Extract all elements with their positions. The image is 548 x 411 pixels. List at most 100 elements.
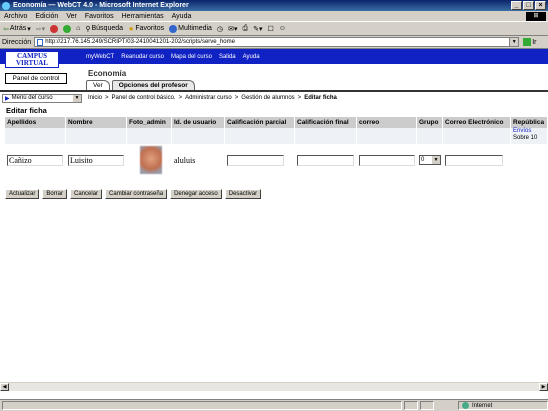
search-icon: ⚲ <box>85 25 91 33</box>
menu-ayuda[interactable]: Ayuda <box>172 13 192 20</box>
back-button[interactable]: ⇦ Atrás ▾ <box>3 25 31 33</box>
refresh-icon[interactable] <box>63 24 72 33</box>
grupo-value: 0 <box>421 157 425 163</box>
go-arrow-icon <box>523 38 532 46</box>
calificacion-parcial-input[interactable] <box>227 154 284 166</box>
table-row: Cañizo Luisito aluluis 0 ▼ <box>5 144 548 176</box>
calificacion-final-cell <box>295 144 357 176</box>
calificacion-final-input[interactable] <box>297 154 354 166</box>
search-label: Búsqueda <box>91 25 124 32</box>
edit-icon[interactable]: ✎▾ <box>253 25 262 33</box>
breadcrumb-inicio[interactable]: Inicio <box>88 95 102 101</box>
discuss-icon[interactable]: ☐ <box>267 25 273 33</box>
nombre-cell: Luisito <box>66 144 127 176</box>
breadcrumb-separator: > <box>105 95 109 101</box>
envios-link[interactable]: Envíos Sobre 10 <box>511 128 548 144</box>
campus-virtual-logo[interactable]: CAMPUS VIRTUAL <box>5 51 59 68</box>
arrow-right-icon: ▶ <box>5 95 10 102</box>
desactivar-button[interactable]: Desactivar <box>224 189 262 199</box>
table-header: Apellidos Nombre Foto_admin Id. de usuar… <box>5 117 548 128</box>
usuario-cell: aluluis <box>172 144 225 176</box>
forward-button[interactable]: ⇨▾ <box>36 25 45 33</box>
favorites-label: Favoritos <box>135 25 165 32</box>
table-subheader: Envíos Sobre 10 <box>5 128 548 144</box>
menu-archivo[interactable]: Archivo <box>4 13 27 20</box>
breadcrumb-administrar-curso[interactable]: Administrar curso <box>185 95 232 101</box>
go-button[interactable]: Ir <box>523 38 536 46</box>
horizontal-scrollbar[interactable]: ◀ ▶ <box>0 382 548 391</box>
action-buttons: Actualizar Borrar Cancelar Cambiar contr… <box>5 189 262 199</box>
window-title: Economía — WebCT 4.0 - Microsoft Interne… <box>13 2 189 9</box>
breadcrumb-separator: > <box>178 95 183 101</box>
chevron-down-icon[interactable]: ▼ <box>509 38 519 46</box>
messenger-icon[interactable]: ☺ <box>279 25 286 32</box>
multimedia-button[interactable]: Multimedia <box>169 24 212 33</box>
menu-herramientas[interactable]: Herramientas <box>122 13 164 20</box>
nav-mapa-del-curso[interactable]: Mapa del curso <box>171 54 212 60</box>
status-segment <box>404 401 418 410</box>
menu-edicion[interactable]: Edición <box>35 13 58 20</box>
nav-reanudar-curso[interactable]: Reanudar curso <box>121 54 164 60</box>
cambiar-contrasena-button[interactable]: Cambiar contraseña <box>105 189 168 199</box>
tab-opciones-del-profesor[interactable]: Opciones del profesor <box>111 80 195 90</box>
address-url: http://217.76.145.249/SCRIPT/03-24100412… <box>45 39 235 45</box>
webct-header: myWebCT Reanudar curso Mapa del curso Sa… <box>0 49 548 64</box>
tab-ver[interactable]: Ver <box>86 80 110 90</box>
nav-ayuda[interactable]: Ayuda <box>243 54 260 60</box>
menu-favoritos[interactable]: Favoritos <box>85 13 114 20</box>
zone-label: Internet <box>472 402 493 409</box>
borrar-button[interactable]: Borrar <box>42 189 68 199</box>
stop-icon[interactable] <box>50 24 59 33</box>
navigation-row: ▶ Menú del curso ▼ Inicio > Panel de con… <box>0 93 548 103</box>
nav-salida[interactable]: Salida <box>219 54 236 60</box>
foto-cell <box>127 144 172 176</box>
close-button[interactable]: × <box>535 1 546 10</box>
page-content: myWebCT Reanudar curso Mapa del curso Sa… <box>0 49 548 399</box>
view-tabs: Ver Opciones del profesor <box>86 80 195 90</box>
apellidos-input[interactable]: Cañizo <box>7 154 63 166</box>
nav-mywebct[interactable]: myWebCT <box>86 54 114 60</box>
breadcrumb-editar-ficha: Editar ficha <box>304 95 337 101</box>
correo-electronico-input[interactable] <box>445 154 503 166</box>
status-bar: Internet <box>0 399 548 411</box>
cancelar-button[interactable]: Cancelar <box>70 189 103 199</box>
grupo-cell: 0 ▼ <box>417 144 443 176</box>
status-text <box>2 401 402 410</box>
address-input[interactable]: http://217.76.145.249/SCRIPT/03-24100412… <box>34 37 520 47</box>
go-label: Ir <box>532 38 537 46</box>
breadcrumb-separator: > <box>297 95 302 101</box>
column-header-usuario: Id. de usuario <box>172 117 225 128</box>
correo-input[interactable] <box>359 154 415 166</box>
denegar-acceso-button[interactable]: Denegar acceso <box>170 189 222 199</box>
history-icon[interactable]: ◷ <box>217 25 223 33</box>
favorites-button[interactable]: ★ Favoritos <box>128 25 164 33</box>
search-button[interactable]: ⚲ Búsqueda <box>85 25 123 33</box>
mail-icon[interactable]: ✉▾ <box>228 25 237 33</box>
chevron-down-icon: ▼ <box>73 94 81 102</box>
windows-logo-icon: ⊞ <box>526 12 546 21</box>
print-icon[interactable]: ⎙ <box>242 25 248 33</box>
column-header-calificacion-parcial: Calificación parcial <box>225 117 295 128</box>
column-header-foto: Foto_admin <box>127 117 172 128</box>
home-icon[interactable]: ⌂ <box>76 25 80 32</box>
chevron-down-icon: ▼ <box>432 156 440 164</box>
course-menu-select[interactable]: ▶ Menú del curso ▼ <box>2 93 82 103</box>
ie-icon <box>2 1 10 10</box>
republica-cell <box>511 144 548 176</box>
column-header-apellidos: Apellidos <box>5 117 66 128</box>
nombre-input[interactable]: Luisito <box>68 154 124 166</box>
breadcrumb-gestion-alumnos[interactable]: Gestión de alumnos <box>241 95 294 101</box>
maximize-button[interactable]: □ <box>523 1 534 10</box>
course-title: Economía <box>88 69 127 78</box>
calificacion-parcial-cell <box>225 144 295 176</box>
minimize-button[interactable]: _ <box>511 1 522 10</box>
actualizar-button[interactable]: Actualizar <box>5 189 40 199</box>
panel-de-control-button[interactable]: Panel de control <box>5 73 67 84</box>
scroll-left-icon[interactable]: ◀ <box>0 383 9 391</box>
student-photo <box>139 146 162 174</box>
menu-ver[interactable]: Ver <box>66 13 77 20</box>
grupo-select[interactable]: 0 ▼ <box>419 155 441 165</box>
menu-bar: Archivo Edición Ver Favoritos Herramient… <box>0 11 548 22</box>
scroll-right-icon[interactable]: ▶ <box>539 383 548 391</box>
breadcrumb-panel-basico[interactable]: Panel de control básico. <box>112 95 176 101</box>
